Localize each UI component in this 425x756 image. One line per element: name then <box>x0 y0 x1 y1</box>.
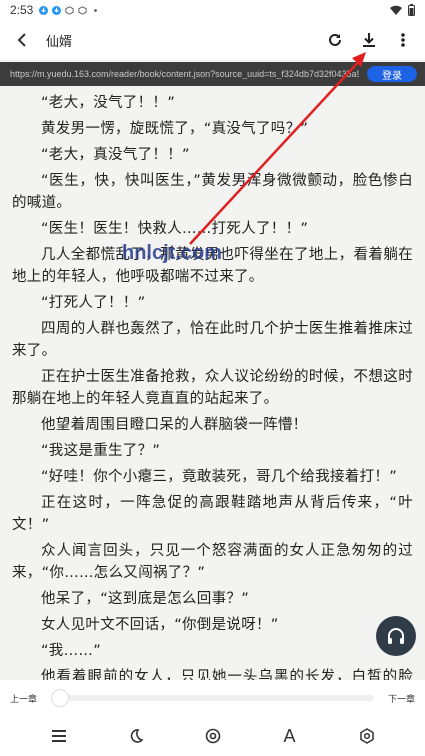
app-bar: 仙婿 <box>0 20 425 60</box>
wifi-icon <box>390 5 402 15</box>
paragraph: “我……” <box>41 643 102 659</box>
auto-scroll-icon <box>205 728 220 744</box>
menu-icon <box>51 730 66 742</box>
paragraph: 四周的人群也轰然了，恰在此时几个护士医生推着推床过来了。 <box>12 321 413 359</box>
reader-content[interactable]: “老大，没气了！！” 黄发男一愣，旋既慌了，“真没气了吗？” “老大，真没气了！… <box>0 86 425 680</box>
paragraph: 他呆了，“这到底是怎么回事？” <box>41 591 250 607</box>
dot-icon <box>94 8 98 12</box>
paragraph: 黄发男一愣，旋既慌了，“真没气了吗？” <box>41 121 309 137</box>
paragraph: “好哇！你个小瘪三，竟敢装死，哥几个给我接着打！” <box>41 469 398 485</box>
download-button[interactable] <box>359 30 379 50</box>
paragraph: 他看着眼前的女人，只见她一头乌黑的长发，白皙的脸蛋，淡淡的柳叶眉却紧蹙着，刚到嘴… <box>41 669 413 680</box>
font-icon: A <box>283 725 296 746</box>
paragraph: “医生！医生！快救人……打死人了！！” <box>41 221 309 237</box>
back-button[interactable] <box>12 30 32 50</box>
more-button[interactable] <box>393 30 413 50</box>
night-mode-icon <box>130 729 144 743</box>
menu-button[interactable] <box>47 724 71 748</box>
paragraph: “打死人了！！” <box>41 295 146 311</box>
paragraph: 众人闻言回头，只见一个怒容满面的女人正急匆匆的过来，“你……怎么又闯祸了？” <box>12 543 413 581</box>
battery-icon <box>408 4 415 16</box>
paragraph: “老大，没气了！！” <box>41 95 176 111</box>
url-text: https://m.yuedu.163.com/reader/book/cont… <box>10 69 359 79</box>
prev-chapter-button[interactable]: 上一章 <box>10 692 37 705</box>
font-button[interactable]: A <box>278 724 302 748</box>
paragraph: 女人见叶文不回话，“你倒是说呀！” <box>41 617 279 633</box>
watermark: hnlcjt.com <box>122 242 223 264</box>
paragraph: 正在这时，一阵急促的高跟鞋踏地声从背后传来，“叶文！” <box>12 495 413 533</box>
slider-track <box>51 695 374 701</box>
audio-button[interactable] <box>376 616 416 656</box>
back-arrow-icon <box>17 33 26 47</box>
headphones-icon <box>388 628 404 644</box>
box-icon <box>78 5 87 15</box>
bottom-nav: A <box>0 716 425 756</box>
settings-icon <box>359 728 374 744</box>
paragraph: “医生，快，快叫医生，”黄发男浑身微微颤动，脸色惨白的喊道。 <box>12 173 413 211</box>
night-mode-button[interactable] <box>124 724 148 748</box>
paragraph: 他望着周围目瞪口呆的人群脑袋一阵懵！ <box>41 417 308 433</box>
page-title: 仙婿 <box>46 34 73 50</box>
settings-button[interactable] <box>355 724 379 748</box>
download-icon <box>363 33 375 47</box>
auto-scroll-button[interactable] <box>201 724 225 748</box>
refresh-button[interactable] <box>325 30 345 50</box>
paragraph: “我这是重生了？” <box>41 443 161 459</box>
url-bar: https://m.yuedu.163.com/reader/book/cont… <box>0 62 425 86</box>
status-bar: 2:53 <box>0 0 425 20</box>
download-badge-icon <box>39 5 49 15</box>
box-icon <box>65 5 74 15</box>
paragraph: 正在护士医生准备抢救，众人议论纷纷的时候，不想这时那躺在地上的年轻人竟直直的站起… <box>12 369 413 407</box>
refresh-icon <box>329 33 341 46</box>
status-time: 2:53 <box>10 3 34 17</box>
chapter-progress-slider[interactable] <box>51 688 374 708</box>
chapter-bar: 上一章 下一章 <box>0 680 425 716</box>
download-badge-icon <box>52 5 62 15</box>
more-vert-icon <box>401 33 405 47</box>
paragraph: “老大，真没气了！！” <box>41 147 190 163</box>
login-button[interactable]: 登录 <box>367 66 417 82</box>
slider-thumb[interactable] <box>51 689 70 707</box>
next-chapter-button[interactable]: 下一章 <box>388 692 415 705</box>
